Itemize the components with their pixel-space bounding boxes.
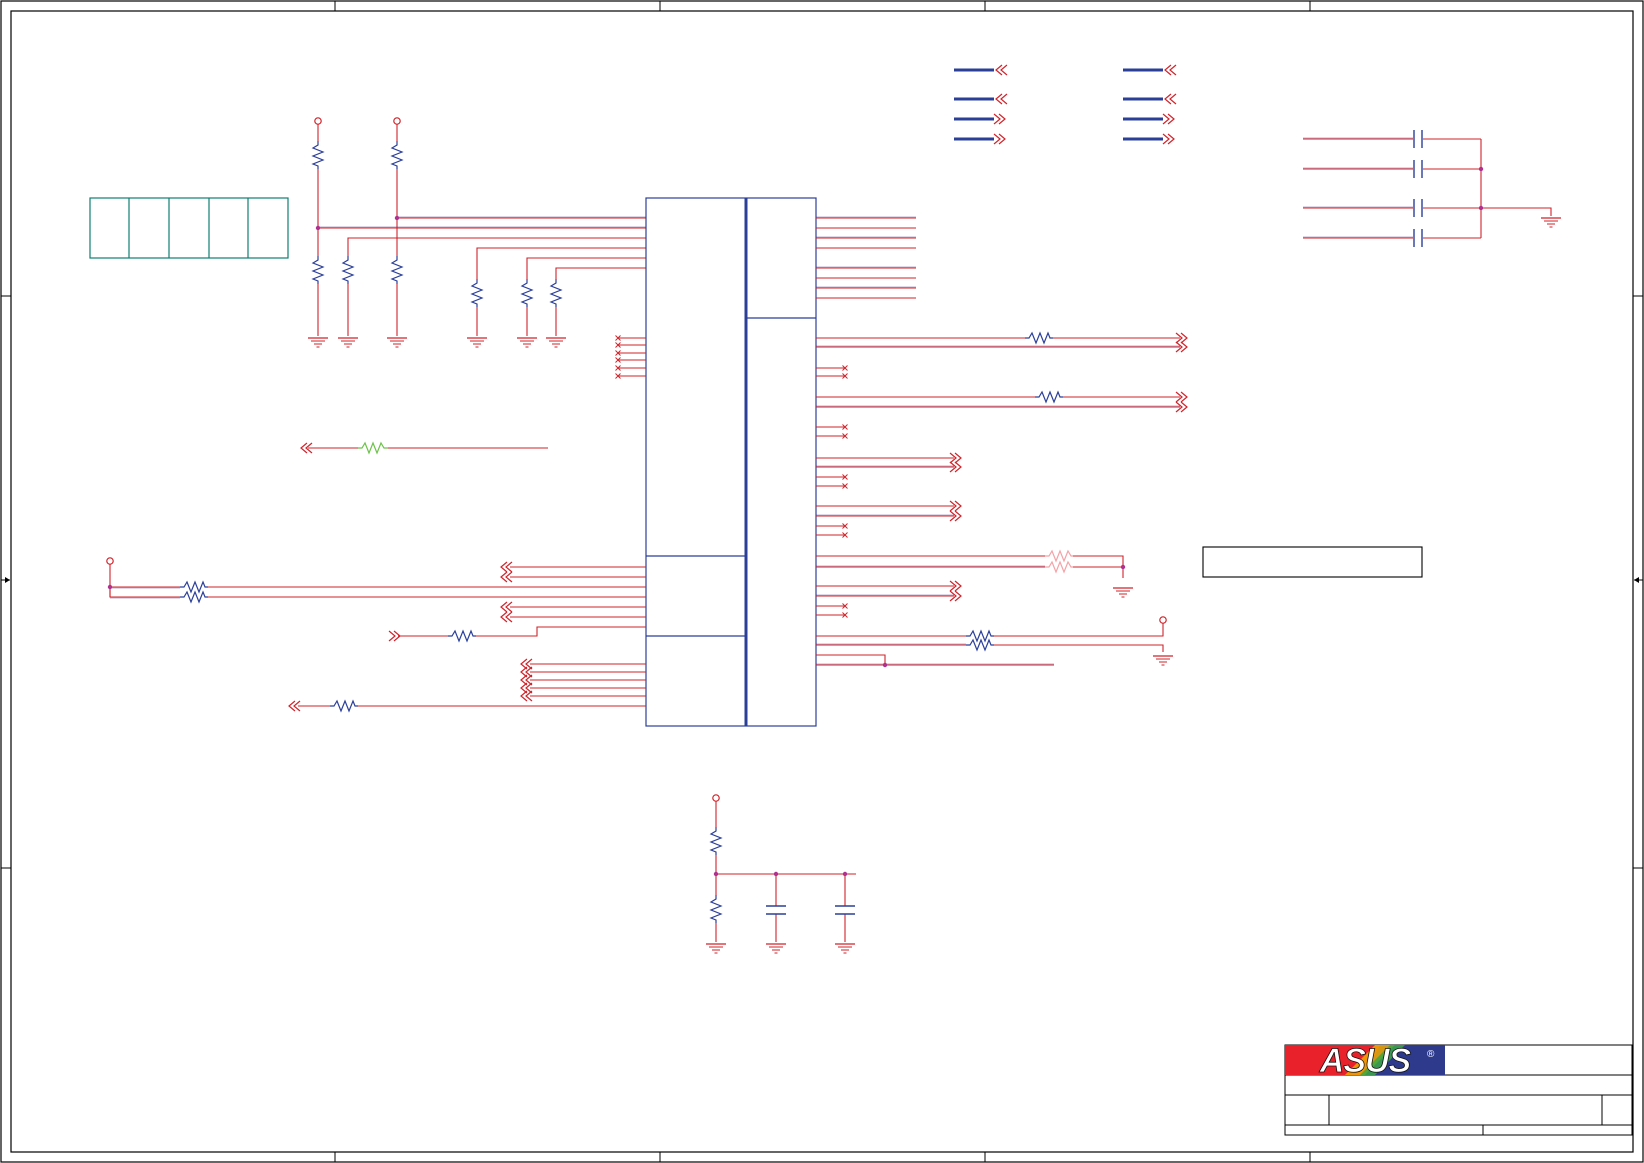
connector-table [89, 197, 289, 259]
ground-icon [1112, 587, 1134, 598]
sheet-border [0, 0, 1644, 1163]
junction-dot [107, 584, 113, 590]
decoupling-capacitor-group [1303, 130, 1562, 247]
junction-dot [1478, 166, 1484, 172]
ground-icon [386, 337, 408, 348]
resistor-icon [391, 255, 403, 285]
capacitor-icon [1413, 229, 1423, 247]
right-center-marker [1634, 577, 1643, 583]
note-box [1202, 546, 1423, 578]
resistor-icon [471, 278, 483, 308]
pullup-power-icon [393, 117, 401, 125]
pullup-power-icon [314, 117, 322, 125]
ground-icon [834, 943, 856, 954]
ground-icon [1152, 655, 1174, 666]
junction-dot [713, 871, 719, 877]
logo-wordmark: ASUS [1319, 1042, 1412, 1080]
left-nc-pins [618, 337, 646, 377]
capacitor-icon [766, 905, 786, 915]
resistor-icon [710, 826, 722, 856]
capacitor-icon [1413, 199, 1423, 217]
resistor-icon [391, 140, 403, 170]
ic-block [645, 197, 817, 727]
resistor-icon [521, 278, 533, 308]
resistor-icon [179, 591, 209, 603]
resistor-icon [329, 700, 359, 712]
offpage-connector-icon [995, 93, 1008, 105]
resistor-icon [1024, 332, 1054, 344]
ground-icon [466, 337, 488, 348]
resistor-icon [312, 140, 324, 170]
offpage-connector-icon [1164, 93, 1177, 105]
offpage-connector-icon [993, 133, 1006, 145]
ground-icon [1540, 217, 1562, 228]
resistor-icon [1045, 549, 1073, 563]
left-center-marker [1, 577, 10, 583]
capacitor-icon [835, 905, 855, 915]
offpage-connector-icon [1164, 64, 1177, 76]
pullup-power-icon [1159, 616, 1167, 624]
pullup-power-icon [106, 557, 114, 565]
resistor-icon [1034, 391, 1064, 403]
registered-mark: ® [1427, 1049, 1435, 1060]
junction-dot [882, 662, 888, 668]
ground-icon [545, 337, 567, 348]
resistor-icon [179, 581, 209, 593]
offpage-connector-icon [993, 113, 1006, 125]
capacitor-icon [1413, 130, 1423, 148]
junction-dot [1120, 564, 1126, 570]
pullup-power-icon [712, 794, 720, 802]
right-signal-wires [816, 332, 1188, 668]
junction-dot [842, 871, 848, 877]
ground-icon [516, 337, 538, 348]
junction-dot [394, 215, 400, 221]
ground-icon [765, 943, 787, 954]
junction-dot [773, 871, 779, 877]
offpage-connector-icon [995, 64, 1008, 76]
resistor-icon [342, 255, 354, 285]
offpage-connector-icon [1162, 113, 1175, 125]
resistor-icon [710, 894, 722, 924]
resistor-icon [965, 639, 995, 651]
title-block: ASUS ® [1284, 1042, 1633, 1136]
junction-dot [315, 225, 321, 231]
resistor-icon [312, 255, 324, 285]
resistor-icon [1045, 560, 1073, 574]
resistor-icon [447, 630, 477, 642]
resistor-icon [965, 630, 995, 642]
right-upper-wires [816, 217, 916, 299]
highlighted-input-net [300, 441, 548, 455]
top-bus-connectors [954, 64, 1177, 145]
capacitor-icon [1413, 160, 1423, 178]
ground-icon [337, 337, 359, 348]
asus-logo: ASUS ® [1285, 1042, 1445, 1080]
left-interface-wires [106, 557, 646, 712]
offpage-connector-icon [1162, 133, 1175, 145]
voltage-divider-circuit [705, 794, 856, 954]
resistor-icon [550, 278, 562, 308]
junction-dot [1478, 205, 1484, 211]
schematic-sheet: ASUS ® [0, 0, 1644, 1163]
ground-icon [307, 337, 329, 348]
ground-icon [705, 943, 727, 954]
strap-resistor-network [307, 117, 646, 348]
